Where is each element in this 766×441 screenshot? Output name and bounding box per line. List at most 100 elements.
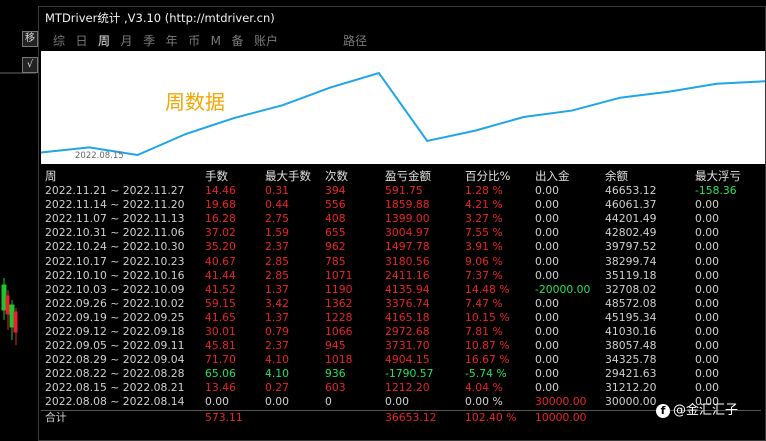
cell-trades: 1066 bbox=[325, 324, 353, 338]
table-row[interactable]: 2022.09.19 ~ 2022.09.25 41.65 1.37 1228 4165… bbox=[41, 311, 761, 325]
balance-line bbox=[41, 71, 765, 157]
move-button[interactable]: 移 bbox=[22, 31, 38, 47]
tab-monthly[interactable]: 月 bbox=[121, 31, 133, 51]
col-week[interactable]: 周 bbox=[41, 168, 201, 184]
table-row[interactable]: 2022.08.22 ~ 2022.08.28 65.06 4.10 936 -1790… bbox=[41, 367, 761, 381]
cell-balance: 41030.16 bbox=[605, 324, 657, 338]
table-row[interactable]: 2022.11.21 ~ 2022.11.27 14.46 0.31 394 591.7… bbox=[41, 184, 761, 198]
chart-start-date: 2022.08.15 bbox=[75, 151, 124, 161]
cell-balance: 39797.52 bbox=[605, 240, 657, 254]
cell-max-lots: 1.37 bbox=[265, 282, 290, 296]
cell-percent: 4.21 % bbox=[465, 198, 503, 212]
table-row[interactable]: 2022.08.08 ~ 2022.08.14 0.00 0.00 0 0.00 0.00… bbox=[41, 395, 761, 410]
cell-max-float-loss: -158.36 bbox=[695, 184, 737, 198]
table-row[interactable]: 2022.08.29 ~ 2022.09.04 71.70 4.10 1018 4904… bbox=[41, 353, 761, 367]
cell-cash-flow: 0.00 bbox=[535, 367, 560, 381]
col-max-lots[interactable]: 最大手数 bbox=[261, 168, 321, 184]
cell-trades: 962 bbox=[325, 240, 346, 254]
cell-percent: 7.47 % bbox=[465, 296, 503, 310]
cell-lots: 59.15 bbox=[205, 296, 236, 310]
cell-max-lots: 2.85 bbox=[265, 254, 290, 268]
cell-cash-flow: 0.00 bbox=[535, 226, 560, 240]
balance-point bbox=[619, 96, 621, 99]
cell-lots: 35.20 bbox=[205, 240, 236, 254]
cell-pnl: 591.75 bbox=[385, 184, 423, 198]
cell-max-lots: 1.59 bbox=[265, 226, 290, 240]
table-row[interactable]: 2022.11.07 ~ 2022.11.13 16.28 2.75 408 1399.… bbox=[41, 212, 761, 226]
cell-lots: 0.00 bbox=[205, 395, 230, 409]
table-row[interactable]: 2022.10.24 ~ 2022.10.30 35.20 2.37 962 1497.… bbox=[41, 240, 761, 254]
tab-summary[interactable]: 综 bbox=[53, 31, 65, 51]
tab-path[interactable]: 路径 bbox=[343, 31, 367, 51]
tab-m[interactable]: M bbox=[211, 31, 221, 51]
cell-week: 2022.09.26 ~ 2022.10.02 bbox=[45, 296, 185, 310]
cell-balance: 29421.63 bbox=[605, 367, 657, 381]
cell-pnl: 1399.00 bbox=[385, 212, 430, 226]
tab-currency[interactable]: 币 bbox=[188, 31, 200, 51]
table-row[interactable]: 2022.09.12 ~ 2022.09.18 30.01 0.79 1066 2972… bbox=[41, 325, 761, 339]
cell-pnl: -1790.57 bbox=[385, 367, 434, 381]
cell-max-float-loss: 0.00 bbox=[695, 367, 720, 381]
col-max-float-loss[interactable]: 最大浮亏 bbox=[691, 168, 761, 184]
cell-max-float-loss: 0.00 bbox=[695, 310, 720, 324]
cell-week: 2022.11.14 ~ 2022.11.20 bbox=[45, 198, 185, 212]
balance-point bbox=[281, 104, 284, 107]
cell-cash-flow: 0.00 bbox=[535, 324, 560, 338]
cell-pnl: 0.00 bbox=[385, 395, 410, 409]
cell-percent: 7.55 % bbox=[465, 226, 503, 240]
cell-trades: 556 bbox=[325, 198, 346, 212]
table-row[interactable]: 2022.10.31 ~ 2022.11.06 37.02 1.59 655 3004.… bbox=[41, 226, 761, 240]
cell-percent: 7.81 % bbox=[465, 324, 503, 338]
title-bar[interactable]: MTDriver统计 ,V3.10 (http://mtdriver.cn) bbox=[39, 7, 765, 29]
tab-daily[interactable]: 日 bbox=[76, 31, 88, 51]
cell-trades: 408 bbox=[325, 212, 346, 226]
cell-cash-flow: 0.00 bbox=[535, 212, 560, 226]
cell-max-lots: 0.27 bbox=[265, 381, 290, 395]
cell-percent: 3.27 % bbox=[465, 212, 503, 226]
check-button[interactable]: √ bbox=[22, 57, 38, 73]
total-row: 合计 573.11 36653.12 102.40 % 10000.00 bbox=[41, 409, 761, 425]
tab-notes[interactable]: 备 bbox=[231, 31, 243, 51]
cell-max-float-loss: 0.00 bbox=[695, 353, 720, 367]
total-percent: 102.40 % bbox=[461, 409, 531, 425]
cell-week: 2022.08.08 ~ 2022.08.14 bbox=[45, 395, 185, 409]
col-balance[interactable]: 余额 bbox=[601, 168, 691, 184]
col-trades[interactable]: 次数 bbox=[321, 168, 381, 184]
col-lots[interactable]: 手数 bbox=[201, 168, 261, 184]
table-row[interactable]: 2022.10.03 ~ 2022.10.09 41.52 1.37 1190 4135… bbox=[41, 283, 761, 297]
balance-point bbox=[185, 133, 187, 135]
cell-cash-flow: 0.00 bbox=[535, 184, 560, 198]
cell-percent: 3.91 % bbox=[465, 240, 503, 254]
table-row[interactable]: 2022.09.05 ~ 2022.09.11 45.81 2.37 945 3731.… bbox=[41, 339, 761, 353]
tab-quarterly[interactable]: 季 bbox=[143, 31, 155, 51]
col-cash-flow[interactable]: 出入金 bbox=[531, 168, 601, 184]
tab-weekly[interactable]: 周 bbox=[98, 31, 110, 51]
tab-account[interactable]: 账户 bbox=[254, 31, 278, 51]
cell-week: 2022.09.12 ~ 2022.09.18 bbox=[45, 324, 185, 338]
watermark-text: @金汇汇子 bbox=[673, 403, 739, 418]
cell-max-lots: 1.37 bbox=[265, 310, 290, 324]
col-pnl[interactable]: 盈亏金额 bbox=[381, 168, 461, 184]
balance-point bbox=[88, 146, 91, 149]
cell-balance: 42802.49 bbox=[605, 226, 657, 240]
col-percent[interactable]: 百分比% bbox=[461, 168, 531, 184]
total-pnl: 36653.12 bbox=[381, 409, 461, 425]
table-row[interactable]: 2022.10.17 ~ 2022.10.23 40.67 2.85 785 3180.… bbox=[41, 254, 761, 268]
tab-yearly[interactable]: 年 bbox=[166, 31, 178, 51]
mtdriver-stats-window: MTDriver统计 ,V3.10 (http://mtdriver.cn) 综… bbox=[38, 6, 766, 441]
cell-max-float-loss: 0.00 bbox=[695, 212, 720, 226]
cell-trades: 1018 bbox=[325, 353, 353, 367]
chart-title: 周数据 bbox=[165, 90, 225, 114]
cell-lots: 13.46 bbox=[205, 381, 236, 395]
cell-max-lots: 2.37 bbox=[265, 339, 290, 353]
table-row[interactable]: 2022.09.26 ~ 2022.10.02 59.15 3.42 1362 3376… bbox=[41, 297, 761, 311]
table-row[interactable]: 2022.08.15 ~ 2022.08.21 13.46 0.27 603 1212.… bbox=[41, 381, 761, 395]
cell-trades: 1228 bbox=[325, 310, 353, 324]
table-header-row: 周 手数 最大手数 次数 盈亏金额 百分比% 出入金 余额 最大浮亏 bbox=[41, 168, 761, 184]
balance-point bbox=[329, 86, 332, 89]
cell-pnl: 3004.97 bbox=[385, 226, 430, 240]
total-lots: 573.11 bbox=[201, 409, 261, 425]
table-row[interactable]: 2022.10.10 ~ 2022.10.16 41.44 2.85 1071 2411… bbox=[41, 269, 761, 283]
side-toolbar: 移 √ bbox=[22, 31, 38, 83]
table-row[interactable]: 2022.11.14 ~ 2022.11.20 19.68 0.44 556 1859.… bbox=[41, 198, 761, 212]
